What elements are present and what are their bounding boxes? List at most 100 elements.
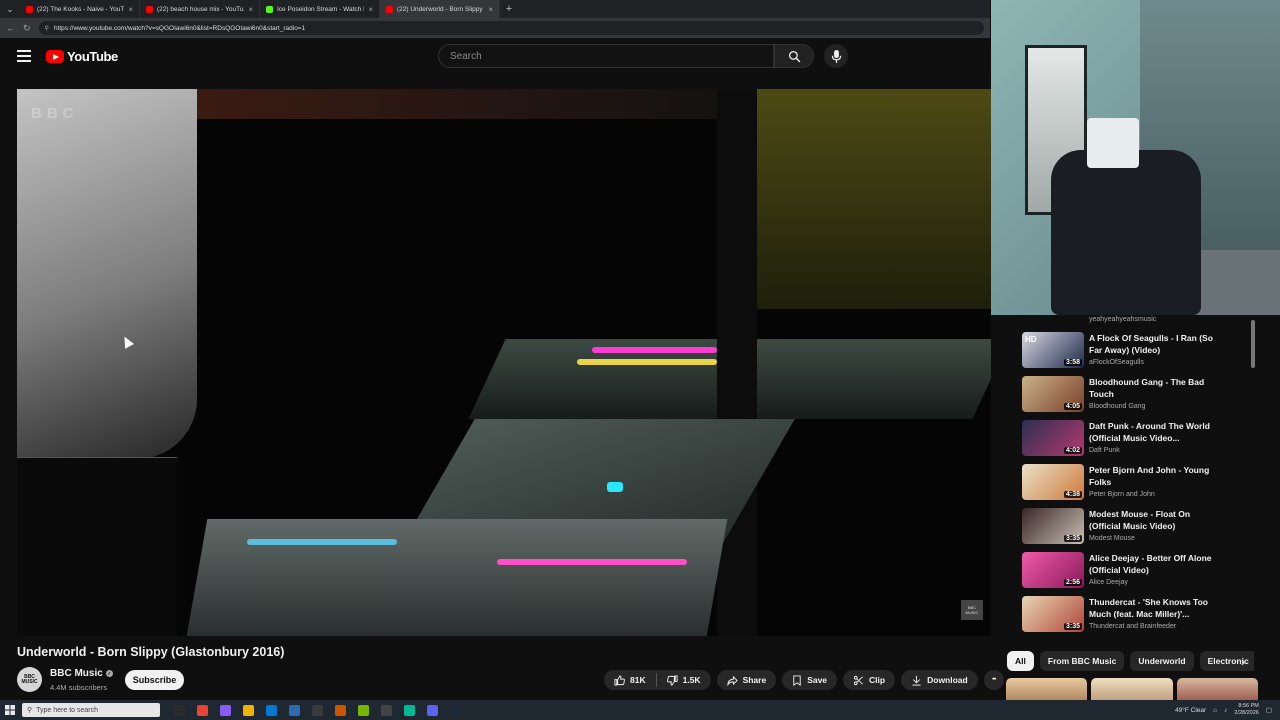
- browser-tab[interactable]: (22) The Kooks - Naive - YouTube ×: [20, 0, 140, 18]
- tab-close-icon[interactable]: ×: [488, 5, 493, 14]
- recommendation-title[interactable]: Modest Mouse - Float On (Official Music …: [1089, 508, 1219, 532]
- dislike-button[interactable]: 1.5K: [657, 670, 711, 690]
- app-icon[interactable]: [312, 704, 323, 716]
- thumbnail[interactable]: 3:35: [1022, 596, 1084, 632]
- recommendation-item[interactable]: 4:05 Bloodhound Gang - The Bad Touch Blo…: [1022, 376, 1252, 416]
- steam-icon[interactable]: [450, 704, 461, 716]
- recommendation-channel[interactable]: Bloodhound Gang: [1089, 403, 1145, 410]
- recommendation-item[interactable]: 3:35 Modest Mouse - Float On (Official M…: [1022, 508, 1252, 548]
- duration-badge: 3:35: [1063, 623, 1082, 630]
- voice-search-button[interactable]: [824, 44, 848, 68]
- video-player[interactable]: BBC BBC MUSIC: [17, 89, 991, 636]
- download-icon: [912, 675, 921, 686]
- recommendation-item[interactable]: 2:56 Alice Deejay - Better Off Alone (Of…: [1022, 552, 1252, 592]
- recommendation-channel[interactable]: Modest Mouse: [1089, 535, 1135, 542]
- network-icon[interactable]: ⌂: [1213, 707, 1217, 714]
- recommendation-item[interactable]: 3:35 Thundercat - 'She Knows Too Much (f…: [1022, 596, 1252, 636]
- app-icon[interactable]: [289, 704, 300, 716]
- chip-from-bbc-music[interactable]: From BBC Music: [1039, 651, 1125, 671]
- recommendation-channel[interactable]: Peter Bjorn and John: [1089, 491, 1155, 498]
- app-icon[interactable]: [404, 704, 415, 716]
- like-button[interactable]: 81K: [604, 670, 656, 690]
- chrome-icon[interactable]: [197, 704, 208, 716]
- tab-close-icon[interactable]: ×: [368, 5, 373, 14]
- duration-badge: 3:35: [1063, 535, 1082, 542]
- channel-name-row[interactable]: BBC Music ✓: [50, 668, 113, 679]
- thumbnail[interactable]: 4:05: [1022, 376, 1084, 412]
- thumbnail[interactable]: [1176, 678, 1258, 700]
- app-icon[interactable]: [220, 704, 231, 716]
- recommendation-title[interactable]: A Flock Of Seagulls - I Ran (So Far Away…: [1089, 332, 1219, 356]
- channel-name[interactable]: BBC Music: [50, 668, 103, 679]
- duration-badge: 3:58: [1063, 359, 1082, 366]
- recommendation-channel[interactable]: Daft Punk: [1089, 447, 1120, 454]
- site-info-icon[interactable]: ⚲: [45, 25, 49, 32]
- thumbnail[interactable]: 3:35: [1022, 508, 1084, 544]
- save-button[interactable]: Save: [782, 670, 838, 690]
- tab-title: Ice Poseidon Stream - Watch Live: [277, 5, 364, 13]
- browser-tab[interactable]: Ice Poseidon Stream - Watch Live ×: [260, 0, 380, 18]
- share-button[interactable]: Share: [716, 670, 777, 690]
- thumbnail[interactable]: [1091, 678, 1173, 700]
- search-input[interactable]: [450, 50, 773, 62]
- thumbnail[interactable]: HD 3:58: [1022, 332, 1084, 368]
- nvidia-icon[interactable]: [358, 704, 369, 716]
- download-button[interactable]: Download: [901, 670, 978, 690]
- recommendation-channel[interactable]: Thundercat and Brainfeeder: [1089, 623, 1176, 630]
- reload-icon[interactable]: ↻: [23, 23, 31, 34]
- back-icon[interactable]: ←: [6, 23, 15, 33]
- youtube-logo[interactable]: YouTube: [46, 49, 118, 64]
- chip-all[interactable]: All: [1007, 651, 1034, 671]
- new-tab-button[interactable]: +: [500, 3, 518, 15]
- thumbnail[interactable]: 2:56: [1022, 552, 1084, 588]
- clock[interactable]: 8:56 PM 2/28/2026: [1234, 703, 1258, 717]
- url-field[interactable]: ⚲ https://www.youtube.com/watch?v=sQGOIa…: [38, 21, 984, 35]
- taskbar-search[interactable]: ⚲ Type here to search: [22, 703, 160, 717]
- webcam-scene: [1051, 150, 1201, 315]
- app-icon[interactable]: [335, 704, 346, 716]
- recommendation-title[interactable]: Alice Deejay - Better Off Alone (Officia…: [1089, 552, 1219, 576]
- tab-title: (22) The Kooks - Naive - YouTube: [37, 5, 125, 13]
- chevron-right-icon[interactable]: ›: [1235, 653, 1251, 671]
- discord-icon[interactable]: [427, 704, 438, 716]
- windows-start-icon[interactable]: [0, 700, 20, 720]
- recommendation-channel[interactable]: aFlockOfSeagulls: [1089, 359, 1144, 366]
- menu-icon[interactable]: [17, 50, 31, 62]
- channel-avatar[interactable]: BBC MUSIC: [17, 667, 42, 692]
- app-icon[interactable]: [381, 704, 392, 716]
- notifications-icon[interactable]: ▢: [1266, 706, 1272, 714]
- address-bar: ← ↻ ⚲ https://www.youtube.com/watch?v=sQ…: [0, 18, 990, 38]
- recommendation-scrollbar[interactable]: [1251, 320, 1255, 368]
- thumbnail[interactable]: 4:38: [1022, 464, 1084, 500]
- subscribe-button[interactable]: Subscribe: [125, 670, 184, 690]
- tab-search-icon[interactable]: ⌄: [0, 0, 20, 18]
- thumbnail[interactable]: [1006, 678, 1088, 700]
- weather-text[interactable]: 49°F Clear: [1175, 707, 1206, 714]
- recommendation-item[interactable]: 4:38 Peter Bjorn And John - Young Folks …: [1022, 464, 1252, 504]
- task-view-icon[interactable]: [174, 704, 185, 716]
- duration-badge: 2:56: [1063, 579, 1082, 586]
- tab-close-icon[interactable]: ×: [248, 5, 253, 14]
- recommendation-title[interactable]: Bloodhound Gang - The Bad Touch: [1089, 376, 1219, 400]
- volume-icon[interactable]: ♪: [1224, 707, 1227, 714]
- scissors-icon: [853, 675, 863, 685]
- recommendation-title[interactable]: Daft Punk - Around The World (Official M…: [1089, 420, 1219, 444]
- browser-tab-active[interactable]: (22) Underworld - Born Slippy ×: [380, 0, 500, 18]
- app-icon[interactable]: [266, 704, 277, 716]
- browser-tab[interactable]: (22) beach house mix - YouTube ×: [140, 0, 260, 18]
- recommendation-title[interactable]: Peter Bjorn And John - Young Folks: [1089, 464, 1219, 488]
- thumbnail[interactable]: 4:02: [1022, 420, 1084, 456]
- clip-button[interactable]: Clip: [843, 670, 896, 690]
- search-icon: [788, 50, 800, 62]
- recommendation-title[interactable]: Thundercat - 'She Knows Too Much (feat. …: [1089, 596, 1219, 620]
- recommendation-item[interactable]: HD 3:58 A Flock Of Seagulls - I Ran (So …: [1022, 332, 1252, 372]
- search-button[interactable]: [774, 44, 814, 68]
- file-explorer-icon[interactable]: [243, 704, 254, 716]
- more-actions-button[interactable]: •••: [983, 670, 1004, 690]
- recommendation-item[interactable]: 4:02 Daft Punk - Around The World (Offic…: [1022, 420, 1252, 460]
- tab-close-icon[interactable]: ×: [128, 5, 133, 14]
- video-title: Underworld - Born Slippy (Glastonbury 20…: [17, 645, 285, 659]
- recommendation-channel[interactable]: Alice Deejay: [1089, 579, 1128, 586]
- subscriber-count: 4.4M subscribers: [50, 683, 108, 692]
- chip-underworld[interactable]: Underworld: [1130, 651, 1194, 671]
